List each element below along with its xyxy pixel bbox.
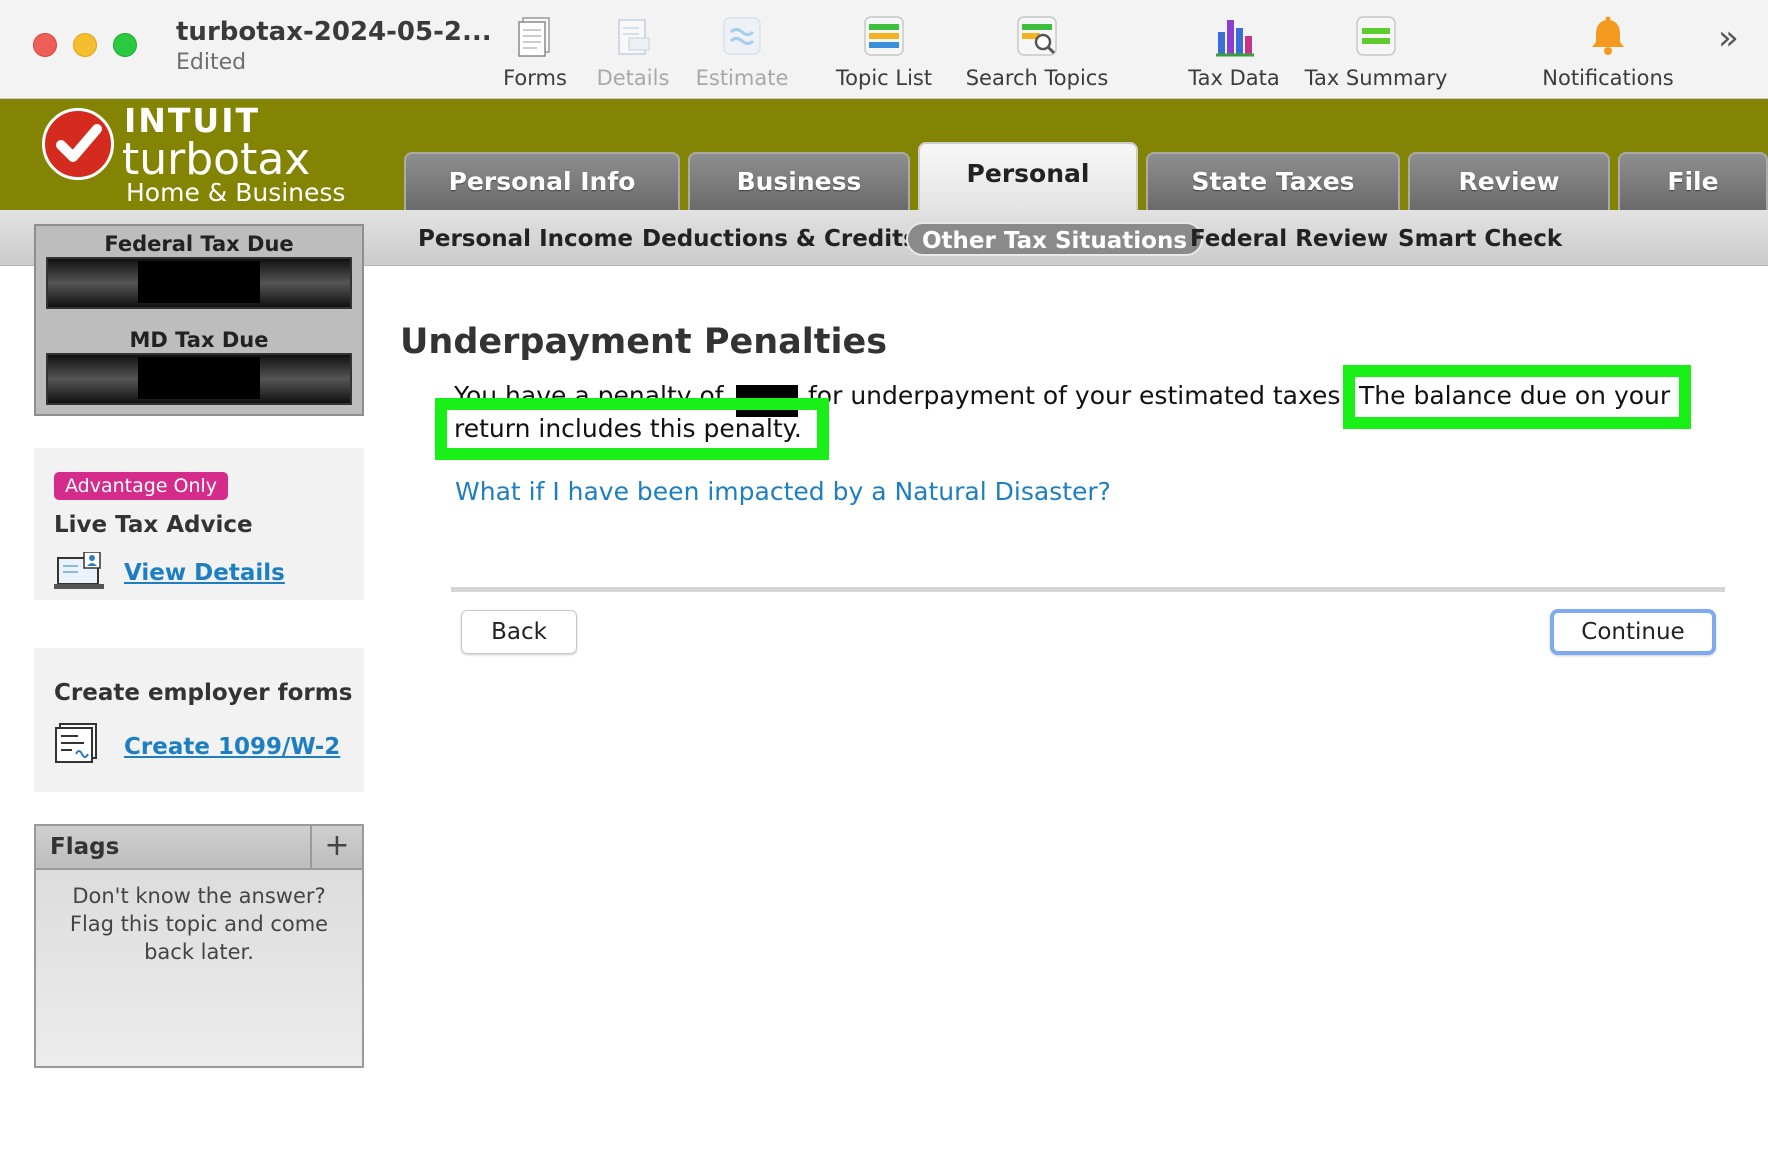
page-title: Underpayment Penalties	[400, 322, 888, 362]
flags-help-text: Don't know the answer? Flag this topic a…	[69, 884, 329, 964]
tab-review[interactable]: Review	[1408, 152, 1610, 210]
topic-list-icon	[864, 16, 904, 56]
computer-advice-icon	[54, 552, 104, 589]
tax-summary-icon	[1356, 16, 1396, 56]
toolbar-tax-data-button[interactable]: Tax Data	[1184, 12, 1284, 92]
details-icon	[618, 19, 650, 55]
balance-note-line2: return includes this penalty.	[454, 414, 802, 443]
employer-forms-title: Create employer forms	[54, 680, 353, 706]
toolbar-notifications-label: Notifications	[1542, 66, 1674, 90]
toolbar-notifications-button[interactable]: Notifications	[1534, 12, 1682, 92]
checkmark-icon	[56, 124, 102, 162]
brand-edition: Home & Business	[126, 178, 346, 207]
continue-button[interactable]: Continue	[1550, 609, 1716, 655]
federal-tax-due-label: Federal Tax Due	[104, 232, 294, 256]
subtab-personal-income[interactable]: Personal Income	[404, 222, 647, 256]
bar-chart-icon	[1216, 20, 1254, 57]
tab-business[interactable]: Business	[688, 152, 910, 210]
toolbar-overflow-button[interactable]: »	[1718, 18, 1739, 58]
subtab-deductions-credits[interactable]: Deductions & Credits	[628, 222, 931, 256]
subtab-federal-review[interactable]: Federal Review	[1176, 222, 1402, 256]
md-tax-due-display	[46, 353, 352, 405]
tab-state-taxes[interactable]: State Taxes	[1146, 152, 1400, 210]
toolbar-estimate-button[interactable]: Estimate	[692, 12, 792, 92]
window-titlebar: turbotax-2024-05-2... Edited Forms Detai…	[0, 0, 1768, 99]
toolbar-details-label: Details	[596, 66, 670, 90]
flags-panel: Flags + Don't know the answer? Flag this…	[34, 824, 364, 1068]
toolbar-search-topics-label: Search Topics	[965, 66, 1109, 90]
bell-icon	[1592, 16, 1624, 55]
redacted-amount	[138, 261, 260, 303]
flags-title: Flags	[50, 834, 120, 860]
add-flag-button[interactable]: +	[310, 826, 362, 868]
employer-form-icon	[55, 723, 97, 763]
toolbar-tax-summary-label: Tax Summary	[1304, 66, 1448, 90]
toolbar-details-button[interactable]: Details	[590, 12, 676, 92]
advantage-only-badge: Advantage Only	[54, 472, 229, 500]
md-tax-due-label: MD Tax Due	[129, 328, 269, 352]
toolbar-forms-label: Forms	[503, 66, 567, 90]
view-details-link[interactable]: View Details	[124, 560, 285, 586]
toolbar-search-topics-button[interactable]: Search Topics	[960, 12, 1114, 92]
tab-personal-info[interactable]: Personal Info	[404, 152, 680, 210]
toolbar-tax-summary-button[interactable]: Tax Summary	[1302, 12, 1450, 92]
toolbar-forms-button[interactable]: Forms	[495, 12, 575, 92]
estimate-icon	[723, 17, 761, 55]
forms-icon	[518, 17, 550, 57]
penalty-text-suffix: for underpayment of your estimated taxes…	[808, 381, 1349, 410]
subtab-other-tax-situations[interactable]: Other Tax Situations	[906, 222, 1204, 256]
back-button[interactable]: Back	[461, 610, 577, 654]
tab-file[interactable]: File	[1618, 152, 1768, 210]
tax-due-panel: Federal Tax Due MD Tax Due	[34, 224, 364, 416]
tab-personal[interactable]: Personal	[918, 142, 1138, 210]
toolbar-topic-list-label: Topic List	[835, 66, 933, 90]
redacted-amount	[138, 357, 260, 399]
flags-header: Flags +	[36, 826, 362, 870]
natural-disaster-link[interactable]: What if I have been impacted by a Natura…	[455, 477, 1111, 506]
window-zoom-button[interactable]	[113, 33, 137, 57]
search-topics-icon	[1017, 16, 1057, 56]
window-minimize-button[interactable]	[73, 33, 97, 57]
toolbar-topic-list-button[interactable]: Topic List	[827, 12, 941, 92]
balance-note-line1: The balance due on your	[1359, 381, 1671, 410]
turbotax-logo-icon	[42, 108, 114, 180]
window-close-button[interactable]	[33, 33, 57, 57]
document-title: turbotax-2024-05-2...	[176, 17, 492, 47]
content-divider	[451, 587, 1725, 592]
federal-tax-due-display	[46, 257, 352, 309]
document-status: Edited	[176, 50, 247, 75]
create-1099-w2-link[interactable]: Create 1099/W-2	[124, 734, 340, 760]
live-tax-advice-panel: Advantage Only Live Tax Advice View Deta…	[34, 448, 364, 600]
toolbar-tax-data-label: Tax Data	[1188, 66, 1280, 90]
subtab-smart-check[interactable]: Smart Check	[1384, 222, 1576, 256]
live-tax-advice-title: Live Tax Advice	[54, 512, 253, 538]
toolbar-estimate-label: Estimate	[695, 66, 789, 90]
employer-forms-panel: Create employer forms Create 1099/W-2	[34, 648, 364, 792]
